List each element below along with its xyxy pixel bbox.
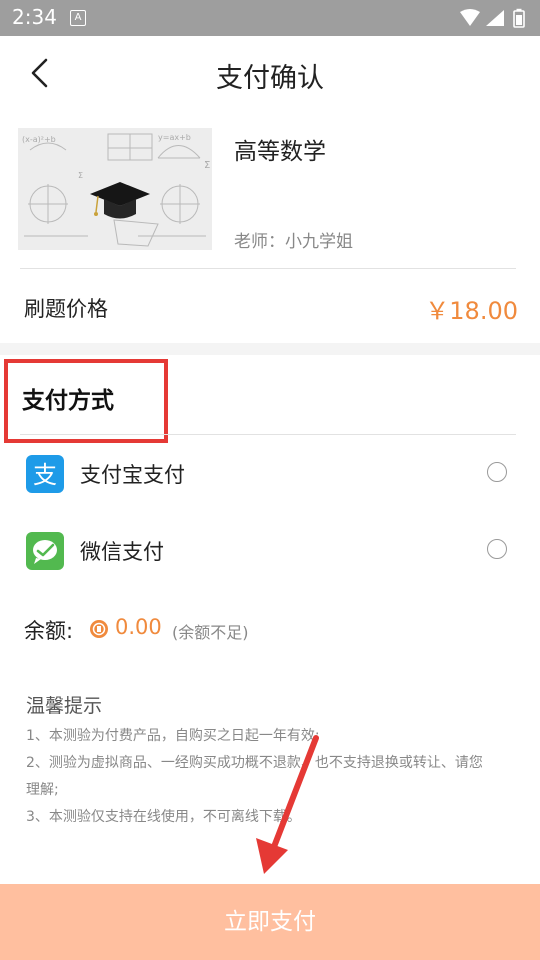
status-icons (460, 8, 525, 28)
header: 支付确认 (0, 36, 540, 114)
signal-icon (486, 10, 504, 26)
pay-now-button[interactable]: 立即支付 (0, 884, 540, 960)
math-graduation-cap-image: (x-a)²+b y=ax+b Σ Σ (18, 128, 212, 250)
status-bar: 2:34 A (0, 0, 540, 36)
wechat-radio[interactable] (487, 539, 507, 559)
tip-line: 3、本测验仅支持在线使用，不可离线下载。 (26, 809, 301, 825)
course-thumbnail: (x-a)²+b y=ax+b Σ Σ (18, 128, 212, 250)
wechat-icon (26, 532, 64, 570)
price-value: ￥18.00 (425, 297, 518, 325)
course-title: 高等数学 (234, 139, 326, 165)
price-label: 刷题价格 (24, 297, 108, 321)
section-gap (0, 343, 540, 355)
coin-icon (90, 620, 108, 638)
payment-option-label: 微信支付 (80, 540, 164, 564)
divider (20, 434, 516, 435)
status-time: 2:34 (12, 5, 57, 29)
status-indicator-icon: A (70, 10, 86, 26)
payment-section: 支付方式 支 支付宝支付 微信支付 余额: 0.00 (余额不足) 温馨提示 1… (0, 355, 540, 883)
tips-title: 温馨提示 (26, 695, 103, 717)
balance-row: 余额: 0.00 (余额不足) (0, 613, 540, 649)
balance-label: 余额: (24, 619, 74, 643)
svg-text:Σ: Σ (204, 160, 210, 171)
price-row: 刷题价格 ￥18.00 (0, 269, 540, 343)
tip-line: 1、本测验为付费产品，自购买之日起一年有效; (26, 728, 320, 744)
alipay-icon: 支 (26, 455, 64, 493)
svg-text:支: 支 (33, 461, 57, 489)
svg-text:y=ax+b: y=ax+b (158, 133, 191, 142)
payment-option-alipay[interactable]: 支 支付宝支付 (0, 445, 540, 505)
course-card[interactable]: (x-a)²+b y=ax+b Σ Σ 高等数学 老师：小九学姐 (0, 114, 540, 266)
payment-option-label: 支付宝支付 (80, 463, 185, 487)
svg-text:Σ: Σ (78, 171, 83, 180)
page-title: 支付确认 (216, 63, 324, 94)
wifi-icon (460, 9, 480, 26)
balance-note: (余额不足) (172, 623, 249, 642)
payment-method-heading: 支付方式 (22, 388, 114, 414)
tip-line: 理解; (26, 782, 59, 798)
payment-option-wechat[interactable]: 微信支付 (0, 522, 540, 582)
tip-line: 2、测验为虚拟商品、一经购买成功概不退款、也不支持退换或转让、请您 (26, 755, 483, 771)
svg-text:(x-a)²+b: (x-a)²+b (22, 135, 56, 144)
balance-value: 0.00 (115, 615, 162, 639)
alipay-radio[interactable] (487, 462, 507, 482)
course-teacher: 老师：小九学姐 (234, 232, 353, 252)
